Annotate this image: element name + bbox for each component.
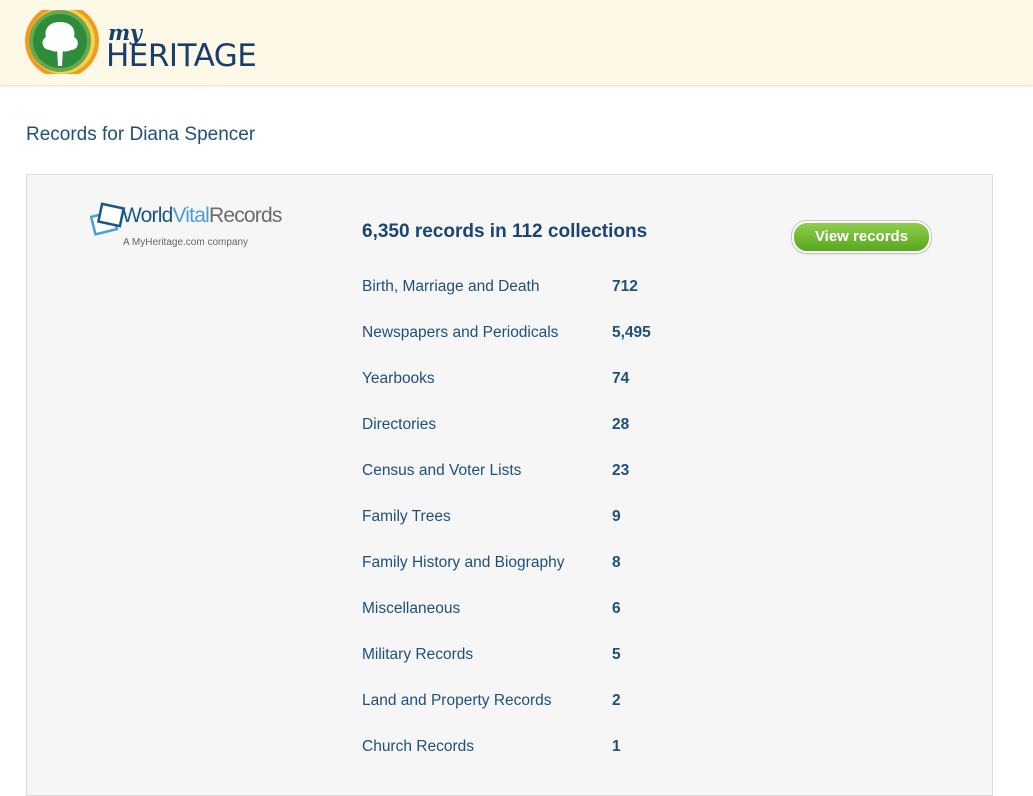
view-records-button[interactable]: View records xyxy=(792,221,931,253)
myheritage-logo[interactable]: my HERITAGE xyxy=(24,10,257,74)
logo-heritage-text: HERITAGE xyxy=(106,38,257,74)
photos-stack-icon xyxy=(90,202,126,236)
category-label[interactable]: Census and Voter Lists xyxy=(362,462,521,480)
category-list: Birth, Marriage and Death 712 Newspapers… xyxy=(362,275,762,781)
category-label[interactable]: Military Records xyxy=(362,646,473,664)
category-row: Birth, Marriage and Death 712 xyxy=(362,275,762,321)
wordmark-world: World xyxy=(122,204,173,227)
category-label[interactable]: Miscellaneous xyxy=(362,600,460,618)
category-label[interactable]: Newspapers and Periodicals xyxy=(362,324,558,342)
category-count: 23 xyxy=(612,462,630,479)
category-label[interactable]: Land and Property Records xyxy=(362,692,552,710)
category-count: 9 xyxy=(612,508,621,525)
site-header: my HERITAGE xyxy=(0,0,1033,86)
category-row: Census and Voter Lists 23 xyxy=(362,459,762,505)
tree-logo-icon xyxy=(25,10,99,74)
wordmark-vital: Vital xyxy=(172,204,209,227)
category-count: 74 xyxy=(612,370,630,387)
category-label[interactable]: Family History and Biography xyxy=(362,554,564,572)
category-label[interactable]: Yearbooks xyxy=(362,370,435,388)
worldvitalrecords-logo: WorldVitalRecords A MyHeritage.com compa… xyxy=(90,198,316,250)
category-count: 5,495 xyxy=(612,324,651,341)
page-title: Records for Diana Spencer xyxy=(26,124,256,145)
category-count: 5 xyxy=(612,646,621,663)
category-count: 2 xyxy=(612,692,621,709)
category-row: Church Records 1 xyxy=(362,735,762,781)
provider-tagline: A MyHeritage.com company xyxy=(123,237,249,248)
category-count: 1 xyxy=(612,738,621,755)
category-row: Military Records 5 xyxy=(362,643,762,689)
records-summary: 6,350 records in 112 collections xyxy=(362,221,648,242)
category-row: Newspapers and Periodicals 5,495 xyxy=(362,321,762,367)
category-count: 8 xyxy=(612,554,621,571)
category-count: 6 xyxy=(612,600,621,617)
category-row: Directories 28 xyxy=(362,413,762,459)
category-label[interactable]: Birth, Marriage and Death xyxy=(362,278,539,296)
category-row: Family Trees 9 xyxy=(362,505,762,551)
worldvitalrecords-wordmark: WorldVitalRecords xyxy=(122,204,282,228)
records-panel: WorldVitalRecords A MyHeritage.com compa… xyxy=(26,174,993,796)
category-row: Land and Property Records 2 xyxy=(362,689,762,735)
category-row: Family History and Biography 8 xyxy=(362,551,762,597)
category-count: 28 xyxy=(612,416,630,433)
wordmark-records: Records xyxy=(208,204,282,227)
category-count: 712 xyxy=(612,278,638,295)
category-row: Miscellaneous 6 xyxy=(362,597,762,643)
category-label[interactable]: Directories xyxy=(362,416,436,434)
category-label[interactable]: Church Records xyxy=(362,738,474,756)
category-row: Yearbooks 74 xyxy=(362,367,762,413)
category-label[interactable]: Family Trees xyxy=(362,508,451,526)
